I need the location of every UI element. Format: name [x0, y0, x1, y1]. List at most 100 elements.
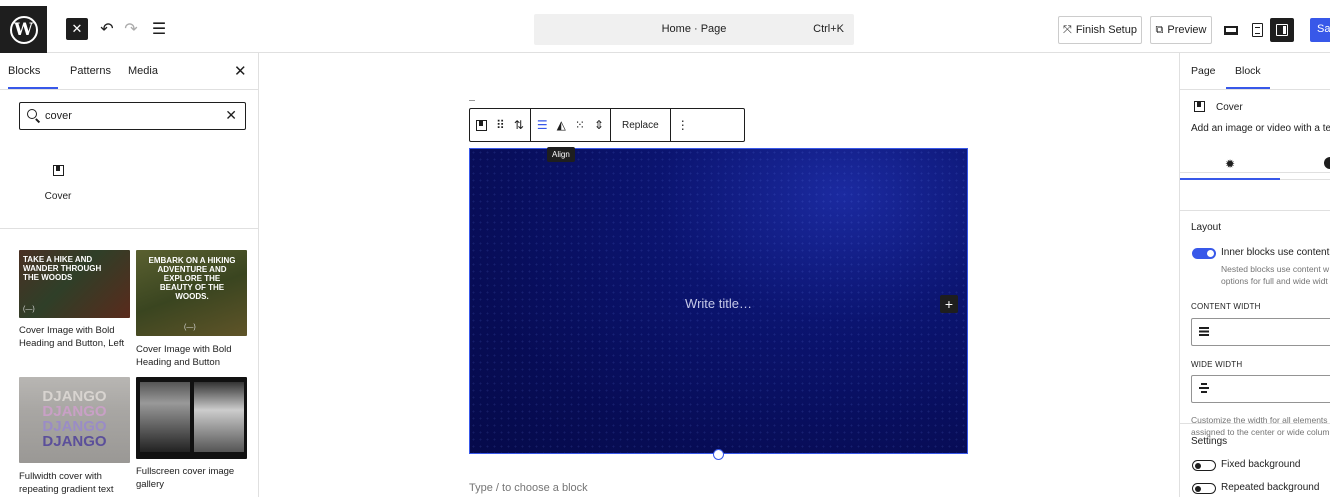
- document-overview-icon[interactable]: ☰: [148, 17, 170, 41]
- inspector-subtabs: ✹: [1180, 149, 1330, 180]
- content-width-label: CONTENT WIDTH: [1191, 302, 1261, 311]
- active-tab-indicator: [1226, 87, 1270, 89]
- close-icon[interactable]: ✕: [234, 62, 247, 80]
- pattern-thumbnail[interactable]: TAKE A HIKE AND WANDER THROUGH THE WOODS…: [19, 250, 130, 318]
- divider: [0, 228, 258, 229]
- command-shortcut: Ctrl+K: [813, 23, 844, 35]
- replace-button[interactable]: Replace: [617, 120, 664, 131]
- finish-setup-label: Finish Setup: [1075, 24, 1137, 36]
- drag-handle-icon[interactable]: ⠿: [496, 118, 505, 132]
- pattern-thumbnail[interactable]: DJANGO DJANGO DJANGO DJANGO: [19, 377, 130, 463]
- settings-sidebar: Page Block Cover Add an image or video w…: [1179, 53, 1330, 497]
- move-up-down-icon[interactable]: ⇅: [514, 118, 524, 132]
- device-preview-button[interactable]: [1219, 18, 1243, 42]
- inner-blocks-help: Nested blocks use content w options for …: [1221, 263, 1329, 287]
- close-inserter-button[interactable]: ✕: [66, 18, 88, 40]
- block-search-input[interactable]: cover ✕: [19, 102, 246, 130]
- finish-setup-button[interactable]: ⤧ Finish Setup: [1058, 16, 1142, 44]
- clear-search-icon[interactable]: ✕: [225, 107, 237, 124]
- align-icon[interactable]: ☰: [537, 118, 548, 132]
- divider: [1180, 210, 1330, 211]
- pattern-thumbnail[interactable]: EMBARK ON A HIKING ADVENTURE AND EXPLORE…: [136, 250, 247, 336]
- document-button[interactable]: [1245, 18, 1269, 42]
- styles-icon[interactable]: [1324, 157, 1330, 169]
- toolbar-group-options: ⋮: [671, 109, 695, 141]
- fixed-background-toggle[interactable]: [1192, 460, 1216, 471]
- toolbar-group-replace: Replace: [611, 109, 671, 141]
- cover-icon: [52, 165, 64, 176]
- block-name: Cover: [1216, 102, 1243, 113]
- resize-handle[interactable]: [713, 449, 724, 460]
- save-button[interactable]: Save: [1310, 18, 1330, 42]
- external-link-icon: ⧉: [1155, 23, 1164, 36]
- active-subtab-indicator: [1180, 178, 1280, 180]
- preview-button[interactable]: ⧉ Preview: [1150, 16, 1212, 44]
- editor-header: W ✕ ↶ ↷ ☰ Home · Page Ctrl+K ⤧ Finish Se…: [0, 6, 1330, 53]
- waterfall-image: [140, 382, 190, 452]
- tab-media[interactable]: Media: [128, 65, 158, 77]
- justify-icon: [1199, 326, 1209, 336]
- pattern-label: Cover Image with Bold Heading and Button: [136, 344, 232, 368]
- divider: [1180, 172, 1330, 173]
- editor-canvas: ⠿ ⇅ ☰ ◭ ⁙ ⇕ Replace ⋮ Write title… + Ali…: [260, 53, 1178, 497]
- full-height-icon[interactable]: ⇕: [594, 118, 604, 132]
- repeated-background-label: Repeated background: [1221, 482, 1320, 493]
- layout-heading[interactable]: Layout: [1191, 222, 1221, 233]
- wordpress-logo-icon: W: [9, 15, 38, 44]
- block-description: Add an image or video with a text: [1191, 123, 1330, 134]
- settings-heading[interactable]: Settings: [1191, 436, 1227, 447]
- default-block-appender[interactable]: Type / to choose a block: [469, 482, 588, 494]
- sidebar-icon: [1276, 24, 1288, 36]
- waterfall-image: [194, 382, 244, 452]
- pattern-thumbnail[interactable]: [136, 377, 247, 459]
- inner-blocks-label: Inner blocks use content w: [1221, 247, 1330, 258]
- gear-icon[interactable]: ✹: [1225, 157, 1235, 171]
- finish-setup-icon: ⤧: [1063, 23, 1072, 36]
- cover-icon[interactable]: [476, 119, 487, 131]
- repeated-background-toggle[interactable]: [1192, 483, 1216, 494]
- toolbar-group-align: ☰ ◭ ⁙ ⇕: [531, 109, 611, 141]
- search-value: cover: [45, 110, 72, 122]
- document-title: Home · Page: [661, 23, 727, 35]
- preview-label: Preview: [1167, 24, 1207, 36]
- pattern-thumb-text: EMBARK ON A HIKING ADVENTURE AND EXPLORE…: [148, 256, 236, 301]
- add-block-button[interactable]: +: [940, 295, 958, 313]
- block-toolbar: ⠿ ⇅ ☰ ◭ ⁙ ⇕ Replace ⋮: [469, 108, 745, 142]
- help-line: Customize the width for all elements: [1191, 415, 1328, 425]
- tab-blocks[interactable]: Blocks: [8, 65, 40, 77]
- tab-patterns[interactable]: Patterns: [70, 65, 111, 77]
- settings-toggle-button[interactable]: [1270, 18, 1294, 42]
- wordpress-logo-button[interactable]: W: [0, 6, 47, 53]
- inserter-tabs: Blocks Patterns Media ✕: [0, 53, 258, 90]
- block-result-cover[interactable]: Cover: [30, 165, 86, 209]
- cover-block[interactable]: Write title… +: [469, 148, 968, 454]
- block-marker: [469, 100, 475, 104]
- command-palette-bar[interactable]: Home · Page Ctrl+K: [534, 14, 854, 45]
- pattern-thumb-text: DJANGO: [42, 388, 107, 405]
- contrast-icon[interactable]: ◭: [557, 118, 566, 132]
- more-options-icon[interactable]: ⋮: [677, 118, 689, 132]
- tab-block[interactable]: Block: [1235, 65, 1261, 77]
- cover-icon: [1194, 101, 1205, 112]
- customize-width-help: Customize the width for all elements ass…: [1191, 414, 1329, 438]
- pattern-thumb-text: DJANGO: [42, 403, 107, 420]
- wide-width-input[interactable]: [1191, 375, 1330, 403]
- wide-width-label: WIDE WIDTH: [1191, 360, 1243, 369]
- tab-page[interactable]: Page: [1191, 65, 1216, 77]
- pattern-thumb-button: (—): [23, 306, 35, 313]
- pattern-label: Fullscreen cover image gallery: [136, 466, 235, 490]
- cover-title-placeholder[interactable]: Write title…: [470, 296, 967, 311]
- content-position-icon[interactable]: ⁙: [575, 118, 585, 132]
- content-width-input[interactable]: [1191, 318, 1330, 346]
- align-tooltip: Align: [547, 147, 575, 162]
- laptop-icon: [1224, 25, 1238, 35]
- fixed-background-label: Fixed background: [1221, 459, 1301, 470]
- toolbar-group-block: ⠿ ⇅: [470, 109, 531, 141]
- sidebar-tabs: Page Block: [1180, 53, 1330, 90]
- undo-icon[interactable]: ↶: [96, 17, 118, 41]
- inner-blocks-toggle[interactable]: [1192, 248, 1216, 259]
- document-icon: [1251, 23, 1263, 37]
- stretch-wide-icon: [1199, 383, 1209, 393]
- redo-icon[interactable]: ↷: [120, 17, 142, 41]
- pattern-label: Cover Image with Bold Heading and Button…: [19, 325, 125, 349]
